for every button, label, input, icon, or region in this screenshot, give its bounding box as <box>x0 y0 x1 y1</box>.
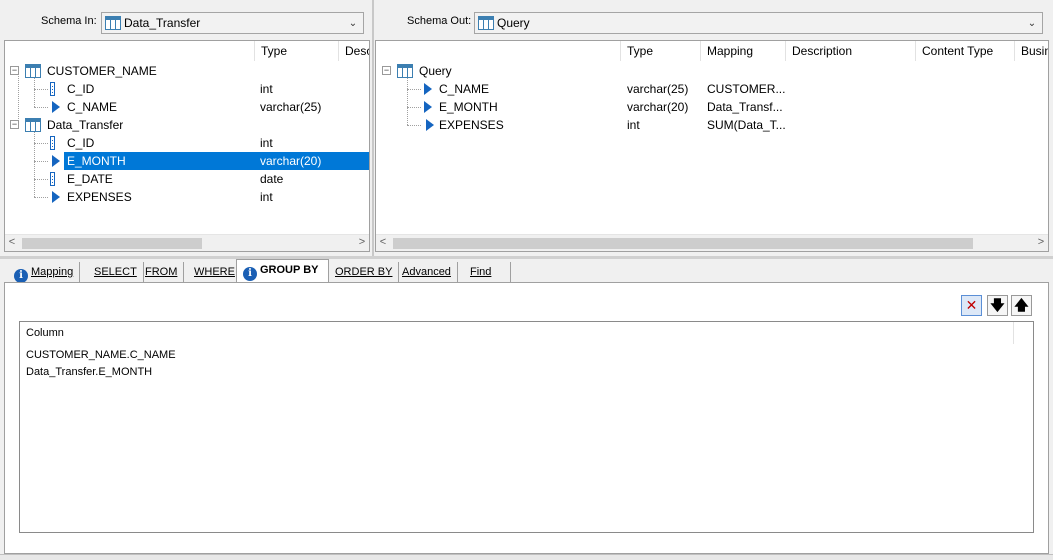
tree-node-label: E_DATE <box>67 172 113 186</box>
tree-node-type: varchar(25) <box>260 100 322 114</box>
tree-node-label: EXPENSES <box>439 118 504 132</box>
list-item[interactable]: CUSTOMER_NAME.C_NAME <box>26 349 176 361</box>
tree-node-expenses[interactable]: EXPENSES int <box>5 188 369 206</box>
column-icon <box>52 191 60 203</box>
table-icon <box>25 64 41 78</box>
group-by-panel: ✕ 🡇 🡅 Column CUSTOMER_NAME.C_NAME Data_T… <box>4 282 1049 554</box>
tree-node-type: varchar(25) <box>627 82 689 96</box>
tab-mapping[interactable]: i Mapping <box>8 262 81 283</box>
tree-node-c-name[interactable]: C_NAME varchar(25) <box>5 98 369 116</box>
tree-node-type: int <box>260 136 273 150</box>
tree-node-label: CUSTOMER_NAME <box>47 64 157 78</box>
tree-node-customer-name[interactable]: − CUSTOMER_NAME <box>5 62 369 80</box>
move-down-button[interactable]: 🡇 <box>987 295 1008 316</box>
column-icon <box>424 101 432 113</box>
status-bar <box>0 554 1053 560</box>
group-by-list: Column CUSTOMER_NAME.C_NAME Data_Transfe… <box>19 321 1034 533</box>
schema-in-panel: Schema In: Data_Transfer ⌄ Type Desc − C… <box>0 0 372 256</box>
schema-out-dropdown[interactable]: Query ⌄ <box>474 12 1043 34</box>
tree-node-label: Data_Transfer <box>47 118 124 132</box>
collapse-toggle-icon[interactable]: − <box>10 66 19 75</box>
schema-in-tree: Type Desc − CUSTOMER_NAME C_ID int C_NAM… <box>4 40 370 252</box>
info-icon: i <box>14 269 28 283</box>
tree-node-expenses[interactable]: EXPENSES int SUM(Data_T... <box>376 116 1048 134</box>
tree-node-label: C_ID <box>67 82 95 96</box>
tree-node-type: date <box>260 172 284 186</box>
primary-key-icon <box>50 172 55 186</box>
table-icon <box>25 118 41 132</box>
tree-node-label: EXPENSES <box>67 190 132 204</box>
tree-node-e-date[interactable]: E_DATE date <box>5 170 369 188</box>
schema-in-selected: Data_Transfer <box>124 16 201 30</box>
tree-node-label: E_MONTH <box>439 100 498 114</box>
tab-advanced[interactable]: Advanced <box>396 262 458 282</box>
list-item[interactable]: Data_Transfer.E_MONTH <box>26 366 152 378</box>
col-header-type[interactable]: Type <box>622 41 658 61</box>
tree-node-mapping: SUM(Data_T... <box>707 118 786 132</box>
tree-node-type: int <box>627 118 640 132</box>
schema-out-selected: Query <box>497 16 530 30</box>
col-header-business[interactable]: Busin <box>1016 41 1048 61</box>
col-header-content-type[interactable]: Content Type <box>917 41 998 61</box>
expression-column-icon <box>426 119 434 131</box>
tree-node-e-month[interactable]: E_MONTH varchar(20) <box>5 152 369 170</box>
col-header-mapping[interactable]: Mapping <box>702 41 758 61</box>
column-icon <box>52 101 60 113</box>
scroll-left-icon[interactable]: < <box>5 236 19 248</box>
col-header-desc[interactable]: Desc <box>340 41 369 61</box>
column-icon <box>424 83 432 95</box>
move-up-button[interactable]: 🡅 <box>1011 295 1032 316</box>
tree-node-mapping: Data_Transf... <box>707 100 783 114</box>
table-icon <box>478 16 494 30</box>
col-header-type[interactable]: Type <box>256 41 292 61</box>
tree-node-label: C_ID <box>67 136 95 150</box>
tree-node-label: Query <box>419 64 452 78</box>
chevron-down-icon: ⌄ <box>348 17 358 29</box>
primary-key-icon <box>50 82 55 96</box>
table-icon <box>105 16 121 30</box>
tree-node-label: E_MONTH <box>67 154 126 168</box>
collapse-toggle-icon[interactable]: − <box>10 120 19 129</box>
tab-select[interactable]: SELECT <box>88 262 144 282</box>
tree-node-e-month[interactable]: E_MONTH varchar(20) Data_Transf... <box>376 98 1048 116</box>
tree-node-mapping: CUSTOMER... <box>707 82 786 96</box>
schema-out-label: Schema Out: <box>407 15 472 27</box>
schema-out-tree: Type Mapping Description Content Type Bu… <box>375 40 1049 252</box>
scrollbar-thumb[interactable] <box>393 238 973 249</box>
tree-node-query[interactable]: − Query <box>376 62 1048 80</box>
scroll-right-icon[interactable]: > <box>355 236 369 248</box>
schema-in-label: Schema In: <box>41 15 97 27</box>
tree-node-type: varchar(20) <box>260 154 322 168</box>
tree-node-type: int <box>260 82 273 96</box>
tab-order-by[interactable]: ORDER BY <box>329 262 400 282</box>
primary-key-icon <box>50 136 55 150</box>
collapse-toggle-icon[interactable]: − <box>382 66 391 75</box>
horizontal-scrollbar[interactable]: < > <box>376 234 1048 251</box>
tab-group-by[interactable]: i GROUP BY <box>236 259 329 283</box>
tree-node-type: varchar(20) <box>627 100 689 114</box>
column-icon <box>52 155 60 167</box>
tab-find[interactable]: Find <box>464 262 511 282</box>
tab-where[interactable]: WHERE <box>188 262 242 282</box>
horizontal-scrollbar[interactable]: < > <box>5 234 369 251</box>
table-icon <box>397 64 413 78</box>
info-icon: i <box>243 267 257 281</box>
group-by-column-header[interactable]: Column <box>20 322 1014 344</box>
tree-node-c-id[interactable]: C_ID int <box>5 134 369 152</box>
tab-from[interactable]: FROM <box>139 262 185 282</box>
delete-button[interactable]: ✕ <box>961 295 982 316</box>
tree-node-label: C_NAME <box>439 82 490 96</box>
tree-node-c-name[interactable]: C_NAME varchar(25) CUSTOMER... <box>376 80 1048 98</box>
scroll-right-icon[interactable]: > <box>1034 236 1048 248</box>
tree-node-label: C_NAME <box>67 100 118 114</box>
chevron-down-icon: ⌄ <box>1027 17 1037 29</box>
tree-node-data-transfer[interactable]: − Data_Transfer <box>5 116 369 134</box>
tree-node-type: int <box>260 190 273 204</box>
scroll-left-icon[interactable]: < <box>376 236 390 248</box>
schema-in-dropdown[interactable]: Data_Transfer ⌄ <box>101 12 364 34</box>
schema-out-panel: Schema Out: Query ⌄ Type Mapping Descrip… <box>374 0 1053 256</box>
col-header-description[interactable]: Description <box>787 41 857 61</box>
tree-node-c-id[interactable]: C_ID int <box>5 80 369 98</box>
scrollbar-thumb[interactable] <box>22 238 202 249</box>
